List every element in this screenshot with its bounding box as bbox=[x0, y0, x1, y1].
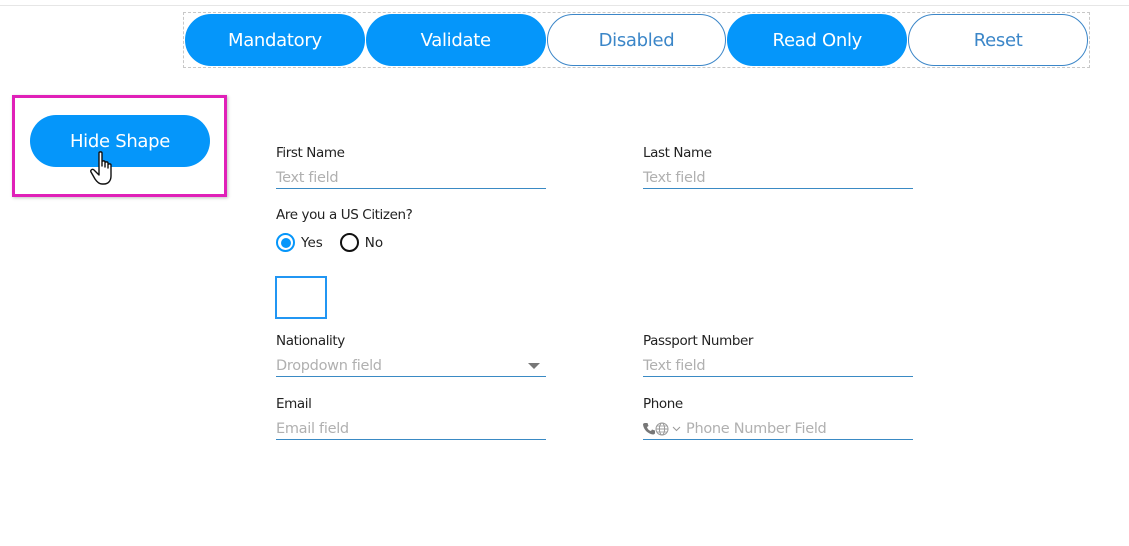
chevron-down-icon[interactable] bbox=[528, 363, 540, 369]
shape-rectangle bbox=[275, 276, 327, 319]
mandatory-button[interactable]: Mandatory bbox=[185, 14, 365, 66]
email-placeholder: Email field bbox=[276, 420, 349, 437]
email-field: Email Email field bbox=[276, 396, 546, 440]
phone-field: Phone Phone Number Field bbox=[643, 396, 913, 440]
read-only-button[interactable]: Read Only bbox=[727, 14, 908, 66]
nationality-label: Nationality bbox=[276, 333, 345, 349]
radio-no-label: No bbox=[364, 234, 384, 251]
nationality-placeholder: Dropdown field bbox=[276, 357, 382, 374]
radio-yes-checked-icon[interactable] bbox=[276, 233, 295, 252]
first-name-label: First Name bbox=[276, 145, 345, 161]
disabled-button[interactable]: Disabled bbox=[546, 14, 727, 66]
action-toolbar: Mandatory Validate Disabled Read Only Re… bbox=[183, 12, 1090, 68]
last-name-field: Last Name Text field bbox=[643, 145, 913, 189]
chevron-down-icon bbox=[672, 426, 681, 431]
last-name-placeholder: Text field bbox=[643, 169, 706, 186]
nationality-dropdown[interactable]: Dropdown field bbox=[276, 355, 546, 377]
citizen-radio-group: Yes No bbox=[276, 233, 400, 252]
passport-placeholder: Text field bbox=[643, 357, 706, 374]
passport-label: Passport Number bbox=[643, 333, 754, 349]
phone-icon bbox=[643, 423, 655, 435]
hand-cursor-icon bbox=[90, 151, 112, 185]
email-label: Email bbox=[276, 396, 312, 412]
radio-no-unchecked-icon[interactable] bbox=[339, 233, 359, 252]
nationality-field: Nationality Dropdown field bbox=[276, 333, 546, 377]
phone-label: Phone bbox=[643, 396, 683, 412]
radio-yes-label: Yes bbox=[301, 234, 323, 251]
last-name-label: Last Name bbox=[643, 145, 712, 161]
hide-shape-button[interactable]: Hide Shape bbox=[30, 115, 210, 167]
passport-input[interactable]: Text field bbox=[643, 355, 913, 377]
top-divider bbox=[0, 5, 1129, 6]
last-name-input[interactable]: Text field bbox=[643, 167, 913, 189]
first-name-field: First Name Text field bbox=[276, 145, 546, 189]
email-input[interactable]: Email field bbox=[276, 418, 546, 440]
phone-placeholder: Phone Number Field bbox=[686, 420, 827, 437]
first-name-placeholder: Text field bbox=[276, 169, 339, 186]
first-name-input[interactable]: Text field bbox=[276, 167, 546, 189]
validate-button[interactable]: Validate bbox=[365, 14, 546, 66]
globe-icon bbox=[655, 422, 669, 435]
phone-input[interactable]: Phone Number Field bbox=[643, 418, 913, 440]
citizen-question: Are you a US Citizen? bbox=[276, 207, 413, 223]
radio-yes[interactable]: Yes bbox=[276, 233, 323, 252]
reset-button[interactable]: Reset bbox=[908, 14, 1088, 66]
passport-field: Passport Number Text field bbox=[643, 333, 913, 377]
radio-no[interactable]: No bbox=[339, 233, 384, 252]
country-selector[interactable] bbox=[643, 422, 681, 436]
